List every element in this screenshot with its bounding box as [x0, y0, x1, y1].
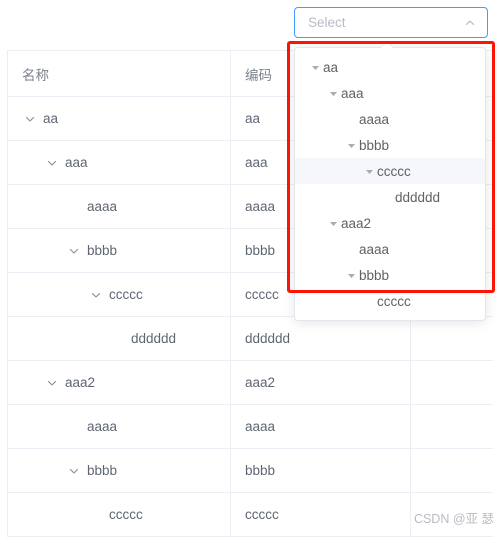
row-code-label: aa: [245, 111, 261, 126]
cell-name: aa: [8, 97, 231, 140]
row-name-label: ccccc: [109, 287, 143, 302]
caret-down-icon[interactable]: [325, 219, 341, 228]
tree-node-label: aaa2: [341, 215, 372, 231]
row-code-label: aaaa: [245, 199, 276, 214]
tree-node[interactable]: aaaa: [295, 236, 485, 262]
row-code-label: bbbb: [245, 463, 276, 478]
cell-code: aaa2: [231, 361, 411, 404]
row-code-label: aaa: [245, 155, 268, 170]
tree-node-label: aa: [323, 59, 339, 75]
cell-code: ccccc: [231, 493, 411, 536]
row-name-label: bbbb: [87, 243, 118, 258]
chevron-down-icon[interactable]: [88, 287, 103, 302]
row-name-label: aaa: [65, 155, 88, 170]
chevron-down-icon[interactable]: [44, 375, 59, 390]
tree-node[interactable]: ccccc: [295, 158, 485, 184]
row-code-label: aaaa: [245, 419, 276, 434]
row-name-label: ccccc: [109, 507, 143, 522]
watermark: CSDN @亚 瑟: [413, 512, 494, 526]
cell-extra: [411, 317, 493, 360]
cell-name: dddddd: [8, 317, 231, 360]
row-name-label: aaa2: [65, 375, 96, 390]
table-row[interactable]: bbbb bbbb: [8, 449, 493, 493]
tree-node-label: bbbb: [359, 137, 390, 153]
caret-down-icon[interactable]: [325, 89, 341, 98]
cell-code: aaaa: [231, 405, 411, 448]
row-name-label: aaaa: [87, 419, 118, 434]
cell-name: bbbb: [8, 449, 231, 492]
tree-node[interactable]: aaa: [295, 80, 485, 106]
tree-node-label: aaaa: [359, 241, 390, 257]
table-row[interactable]: aaa2 aaa2: [8, 361, 493, 405]
row-name-label: aaaa: [87, 199, 118, 214]
chevron-up-icon[interactable]: [463, 16, 477, 30]
tree-list: aa aaa aaaa bbbb ccccc dddddd aaa2 aaaa bbbb cccc…: [295, 54, 485, 314]
select-input[interactable]: Select: [294, 7, 488, 38]
cell-name: ccccc: [8, 493, 231, 536]
tree-node-label: bbbb: [359, 267, 390, 283]
tree-node-label: aaaa: [359, 111, 390, 127]
table-row[interactable]: dddddd dddddd: [8, 317, 493, 361]
cell-name: aaa2: [8, 361, 231, 404]
caret-down-icon[interactable]: [361, 167, 377, 176]
cell-extra: [411, 405, 493, 448]
tree-node-label: dddddd: [395, 189, 441, 205]
row-name-label: dddddd: [131, 331, 177, 346]
select-placeholder: Select: [308, 14, 346, 30]
cell-name: aaaa: [8, 405, 231, 448]
caret-down-icon[interactable]: [307, 63, 323, 72]
chevron-down-icon[interactable]: [22, 111, 37, 126]
tree-node[interactable]: ccccc: [295, 288, 485, 314]
cell-name: aaaa: [8, 185, 231, 228]
row-code-label: ccccc: [245, 507, 279, 522]
tree-node-label: ccccc: [377, 163, 411, 179]
row-code-label: aaa2: [245, 375, 276, 390]
row-code-label: bbbb: [245, 243, 276, 258]
row-name-label: aa: [43, 111, 59, 126]
tree-node[interactable]: bbbb: [295, 132, 485, 158]
cell-name: ccccc: [8, 273, 231, 316]
column-header-name: 名称: [8, 51, 231, 96]
cell-code: bbbb: [231, 449, 411, 492]
tree-node-label: aaa: [341, 85, 364, 101]
chevron-down-icon[interactable]: [44, 155, 59, 170]
select-dropdown-panel: aa aaa aaaa bbbb ccccc dddddd aaa2 aaaa bbbb cccc…: [294, 42, 486, 321]
row-name-label: bbbb: [87, 463, 118, 478]
cell-name: aaa: [8, 141, 231, 184]
chevron-down-icon[interactable]: [66, 243, 81, 258]
tree-node[interactable]: dddddd: [295, 184, 485, 210]
cell-extra: [411, 449, 493, 492]
tree-node[interactable]: aa: [295, 54, 485, 80]
table-row[interactable]: aaaa aaaa: [8, 405, 493, 449]
row-code-label: dddddd: [245, 331, 291, 346]
caret-down-icon[interactable]: [343, 271, 359, 280]
cell-code: dddddd: [231, 317, 411, 360]
tree-node[interactable]: aaa2: [295, 210, 485, 236]
tree-node[interactable]: bbbb: [295, 262, 485, 288]
caret-down-icon[interactable]: [343, 141, 359, 150]
chevron-down-icon[interactable]: [66, 463, 81, 478]
cell-name: bbbb: [8, 229, 231, 272]
dropdown-arrow-icon: [381, 42, 393, 48]
row-code-label: ccccc: [245, 287, 279, 302]
cell-extra: [411, 361, 493, 404]
tree-node[interactable]: aaaa: [295, 106, 485, 132]
tree-node-label: ccccc: [377, 293, 411, 309]
